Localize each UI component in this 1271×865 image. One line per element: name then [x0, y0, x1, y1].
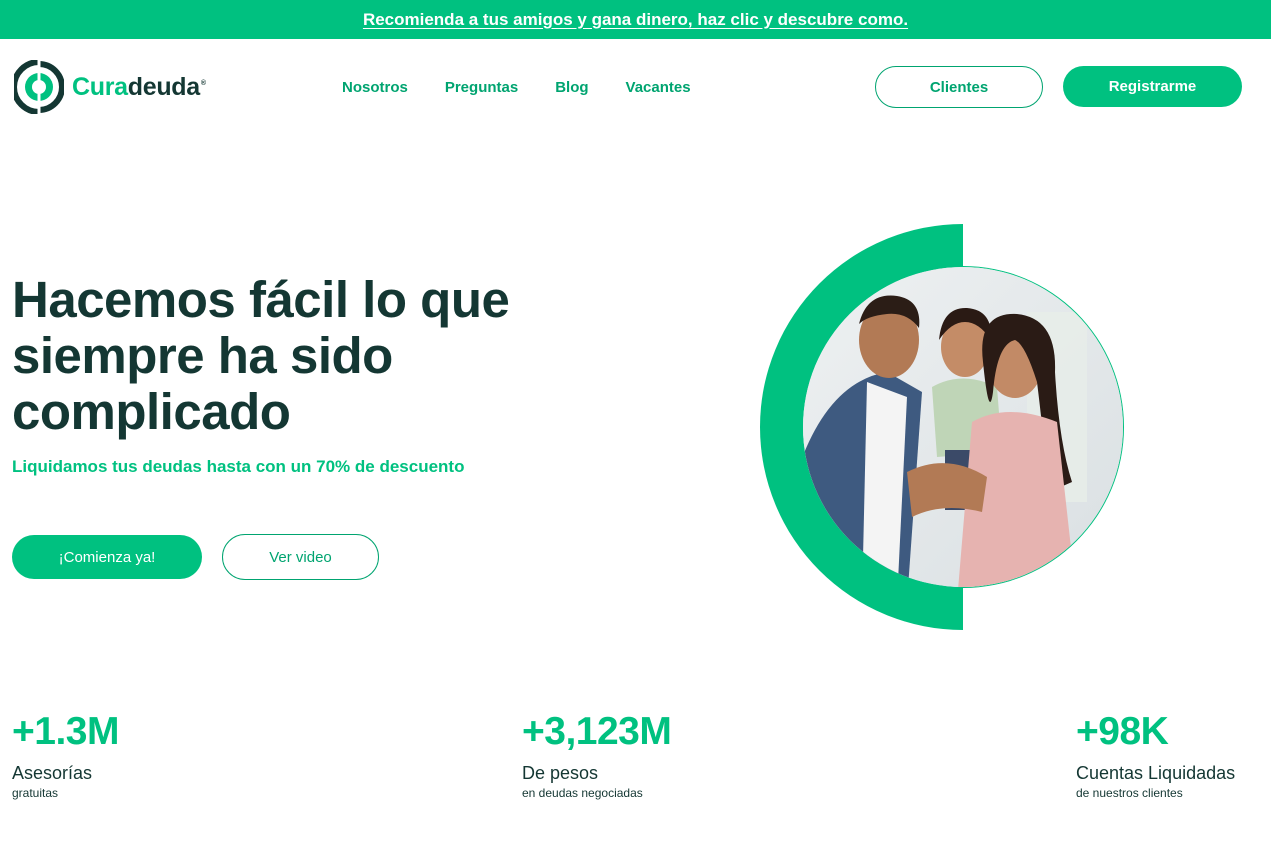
promo-link[interactable]: Recomienda a tus amigos y gana dinero, h… — [363, 10, 908, 30]
nav-link-blog[interactable]: Blog — [555, 79, 588, 96]
brand-name-part1: Cura — [72, 72, 128, 101]
clientes-button[interactable]: Clientes — [875, 66, 1043, 108]
hero-title-line1: Hacemos fácil lo que — [12, 271, 510, 328]
brand-logo[interactable]: Curadeuda® — [14, 60, 206, 114]
nav-link-preguntas[interactable]: Preguntas — [445, 79, 518, 96]
hero-title-line2: siempre ha sido — [12, 327, 393, 384]
hero-title: Hacemos fácil lo que siempre ha sido com… — [12, 272, 632, 440]
register-button[interactable]: Registrarme — [1063, 66, 1242, 107]
registered-mark: ® — [200, 79, 206, 87]
main-nav: Nosotros Preguntas Blog Vacantes — [342, 79, 728, 96]
site-header: Curadeuda® Nosotros Preguntas Blog Vacan… — [0, 39, 1271, 135]
start-button[interactable]: ¡Comienza ya! — [12, 535, 202, 579]
hero-family-photo — [760, 224, 1124, 630]
stat-value: +98K — [1076, 710, 1169, 753]
curadeuda-logo-icon — [14, 60, 64, 114]
stat-value: +1.3M — [12, 710, 119, 753]
stat-sublabel: de nuestros clientes — [1076, 786, 1183, 800]
brand-name-part2: deuda — [127, 72, 200, 101]
promo-banner: Recomienda a tus amigos y gana dinero, h… — [0, 0, 1271, 39]
hero-subtitle: Liquidamos tus deudas hasta con un 70% d… — [12, 457, 465, 476]
nav-link-vacantes[interactable]: Vacantes — [626, 79, 691, 96]
stat-cuentas: +98K Cuentas Liquidadas de nuestros clie… — [1076, 708, 1235, 800]
stat-pesos: +3,123M De pesos en deudas negociadas — [522, 708, 672, 800]
stat-label: Asesorías — [12, 763, 93, 783]
stat-sublabel: en deudas negociadas — [522, 786, 643, 800]
hero-title-line3: complicado — [12, 383, 291, 440]
nav-link-nosotros[interactable]: Nosotros — [342, 79, 408, 96]
stat-label: De pesos — [522, 763, 599, 783]
stat-value: +3,123M — [522, 710, 672, 753]
stat-sublabel: gratuitas — [12, 786, 59, 800]
watch-video-button[interactable]: Ver video — [222, 534, 379, 580]
stat-asesorias: +1.3M Asesorías gratuitas — [12, 708, 119, 800]
brand-name: Curadeuda® — [72, 73, 206, 102]
stat-label: Cuentas Liquidadas — [1076, 763, 1236, 783]
